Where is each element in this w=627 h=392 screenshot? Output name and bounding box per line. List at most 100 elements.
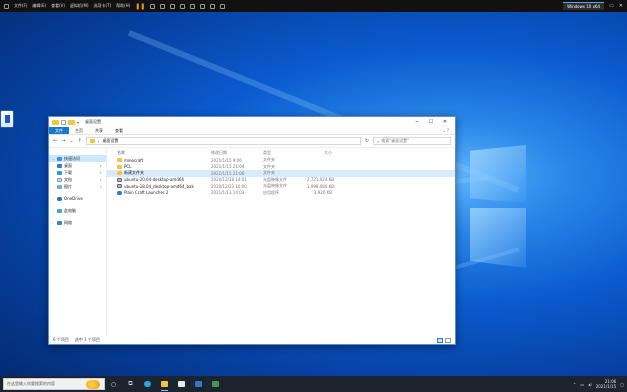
notifications-icon[interactable]: ▢ [620, 382, 624, 387]
expand-chevron-icon[interactable]: › [52, 221, 55, 225]
send-ctrl-alt-del-icon[interactable] [150, 3, 156, 9]
disc-image-icon [117, 177, 122, 182]
store-icon[interactable] [173, 376, 190, 392]
tab-view[interactable]: 查看 [109, 127, 129, 134]
recent-locations-icon[interactable]: ⌄ [69, 138, 73, 144]
file-list: 名称 修改日期 类型 大小 minecraft 2021/1/15 9:06 文… [107, 148, 455, 336]
taskbar-search-placeholder: 在这里输入你要搜索的内容 [7, 381, 55, 386]
search-box[interactable]: ⌕ 搜索"桌面设置" [373, 137, 451, 145]
menu-view[interactable]: 查看(V) [51, 3, 65, 9]
nav-item-label: 网络 [64, 219, 72, 225]
close-button[interactable]: ✕ [438, 119, 452, 125]
search-icon: ⌕ [377, 138, 380, 144]
nav-item-label: 下载 [64, 169, 72, 175]
back-arrow-icon[interactable]: ← [53, 138, 57, 144]
minimize-button[interactable]: ─ [410, 119, 424, 125]
restore-icon[interactable]: ▭ [609, 3, 614, 9]
chevron-right-icon: › [97, 138, 100, 144]
taskbar-search-box[interactable]: 在这里输入你要搜索的内容 [3, 378, 105, 390]
clock-date: 2021/1/15 [595, 384, 617, 389]
pause-icon[interactable]: ❚❚ [135, 3, 145, 10]
tab-file[interactable]: 文件 [49, 127, 69, 134]
console-view-icon[interactable] [210, 3, 216, 9]
download-folder-icon [57, 170, 62, 175]
tab-home[interactable]: 主页 [69, 127, 89, 134]
expand-chevron-icon[interactable]: › [52, 197, 55, 201]
up-arrow-icon[interactable]: ↑ [78, 138, 82, 144]
unity-icon[interactable] [200, 3, 206, 9]
quick-access-dropdown-icon[interactable]: ▾ [77, 120, 79, 125]
expand-chevron-icon[interactable]: ⌄ [52, 157, 55, 161]
nav-item-quick-access[interactable]: ⌄ 快速访问 [49, 155, 106, 162]
nav-item-network[interactable]: › 网络 [49, 219, 106, 226]
large-icons-view-icon[interactable] [445, 337, 451, 343]
app-icon[interactable] [207, 376, 224, 392]
navigation-pane: ⌄ 快速访问 桌面 ✦ 下载 ✦ 文档 ✦ 图片 ✦ › OneDrive › … [49, 148, 107, 336]
documents-folder-icon [57, 177, 62, 182]
close-icon[interactable]: ✕ [619, 3, 623, 9]
edge-browser-icon[interactable] [139, 376, 156, 392]
nav-item-downloads[interactable]: 下载 ✦ [49, 169, 106, 176]
onedrive-icon [57, 196, 62, 201]
menu-tabs[interactable]: 选项卡(T) [94, 3, 112, 9]
file-date: 2021/1/15 9:06 [211, 157, 242, 163]
title-bar: ▾ 桌面设置 ─ ☐ ✕ [49, 117, 455, 127]
address-bar[interactable]: › 桌面设置 [85, 137, 361, 145]
snapshot-icon[interactable] [160, 3, 166, 9]
refresh-icon[interactable]: ↻ [365, 138, 369, 144]
revert-snapshot-icon[interactable] [170, 3, 176, 9]
star-icon [57, 156, 62, 161]
status-bar: 6 个项目 选中 1 个项目 [49, 336, 455, 344]
nav-item-onedrive[interactable]: › OneDrive [49, 195, 106, 202]
stretch-icon[interactable] [220, 3, 226, 9]
network-icon[interactable]: ▭ [580, 382, 584, 387]
file-row[interactable]: Plain Craft Launcher 2 2021/1/13 14:03 应… [107, 190, 455, 197]
folder-icon [117, 158, 122, 163]
nav-item-label: 桌面 [64, 162, 72, 168]
column-header-type[interactable]: 类型 [263, 150, 307, 156]
desktop-shortcut-icon[interactable] [0, 110, 14, 128]
nav-item-pictures[interactable]: 图片 ✦ [49, 183, 106, 190]
ribbon-tabs: 文件 主页 共享 查看 ⌄ ? [49, 127, 455, 135]
file-name: minecraft [124, 157, 144, 163]
menu-help[interactable]: 帮助(H) [116, 3, 130, 9]
forward-arrow-icon[interactable]: → [61, 138, 65, 144]
column-header-size[interactable]: 大小 [307, 150, 332, 156]
nav-item-label: 文档 [64, 176, 72, 182]
new-folder-icon[interactable] [68, 119, 75, 125]
file-explorer-window: ▾ 桌面设置 ─ ☐ ✕ 文件 主页 共享 查看 ⌄ ? ← → ⌄ ↑ › 桌… [48, 116, 456, 345]
vmware-menu-bar: 文件(F) 编辑(E) 查看(V) 虚拟机(M) 选项卡(T) 帮助(H) ❚❚… [0, 0, 627, 12]
properties-icon[interactable] [61, 119, 66, 125]
tab-share[interactable]: 共享 [89, 127, 109, 134]
pin-icon: ✦ [99, 177, 102, 182]
chevron-up-icon[interactable]: ⌃ [573, 382, 576, 387]
search-placeholder: 搜索"桌面设置" [381, 138, 409, 143]
fullscreen-icon[interactable] [190, 3, 196, 9]
app-icon [117, 190, 122, 195]
breadcrumb[interactable]: 桌面设置 [102, 138, 118, 144]
details-view-icon[interactable] [437, 337, 443, 343]
column-header-name[interactable]: 名称 [117, 150, 211, 156]
task-view-icon[interactable]: ○ [105, 376, 122, 392]
menu-edit[interactable]: 编辑(E) [32, 3, 46, 9]
nav-item-this-pc[interactable]: › 此电脑 [49, 207, 106, 214]
pin-icon: ✦ [99, 184, 102, 189]
item-count: 6 个项目 [53, 337, 69, 342]
file-explorer-icon[interactable] [156, 376, 173, 392]
volume-icon[interactable]: ◂) [588, 382, 592, 387]
menu-vm[interactable]: 虚拟机(M) [70, 3, 89, 9]
nav-item-label: 图片 [64, 183, 72, 189]
expand-chevron-icon[interactable]: › [52, 209, 55, 213]
column-header-date[interactable]: 修改日期 [211, 150, 263, 156]
nav-item-desktop[interactable]: 桌面 ✦ [49, 162, 106, 169]
clock[interactable]: 21:06 2021/1/15 [596, 379, 617, 389]
task-view-button-icon[interactable]: ⧉ [122, 376, 139, 392]
mail-icon[interactable] [190, 376, 207, 392]
nav-item-label: OneDrive [64, 196, 83, 201]
maximize-button[interactable]: ☐ [424, 119, 438, 125]
ribbon-expand-icon[interactable]: ⌄ ? [436, 127, 455, 134]
vm-tab[interactable]: Windows 10 x64 [563, 2, 605, 10]
nav-item-documents[interactable]: 文档 ✦ [49, 176, 106, 183]
menu-file[interactable]: 文件(F) [14, 3, 27, 9]
snapshot-manager-icon[interactable] [180, 3, 186, 9]
